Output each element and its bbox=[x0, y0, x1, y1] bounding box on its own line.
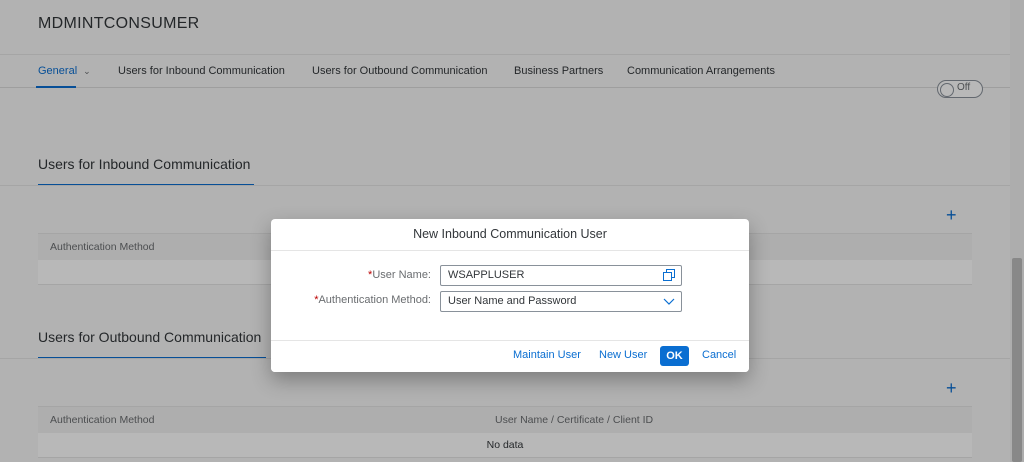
chevron-down-icon[interactable] bbox=[662, 294, 676, 308]
value-help-icon[interactable] bbox=[662, 268, 676, 282]
auth-method-label-text: Authentication Method: bbox=[318, 294, 431, 306]
auth-method-value: User Name and Password bbox=[448, 295, 577, 307]
user-name-input[interactable]: WSAPPLUSER bbox=[440, 265, 682, 286]
dialog-footer: Maintain User New User OK Cancel bbox=[271, 340, 749, 372]
user-name-value: WSAPPLUSER bbox=[448, 269, 525, 281]
maintain-user-button[interactable]: Maintain User bbox=[513, 349, 581, 361]
dialog-title: New Inbound Communication User bbox=[271, 219, 749, 251]
auth-method-label: *Authentication Method: bbox=[314, 294, 431, 306]
auth-method-select[interactable]: User Name and Password bbox=[440, 291, 682, 312]
user-name-label-text: User Name: bbox=[372, 269, 431, 281]
new-user-button[interactable]: New User bbox=[599, 349, 647, 361]
user-name-label: *User Name: bbox=[368, 269, 431, 281]
cancel-button[interactable]: Cancel bbox=[702, 349, 736, 361]
ok-button[interactable]: OK bbox=[660, 346, 689, 366]
new-inbound-user-dialog: New Inbound Communication User *User Nam… bbox=[271, 219, 749, 372]
